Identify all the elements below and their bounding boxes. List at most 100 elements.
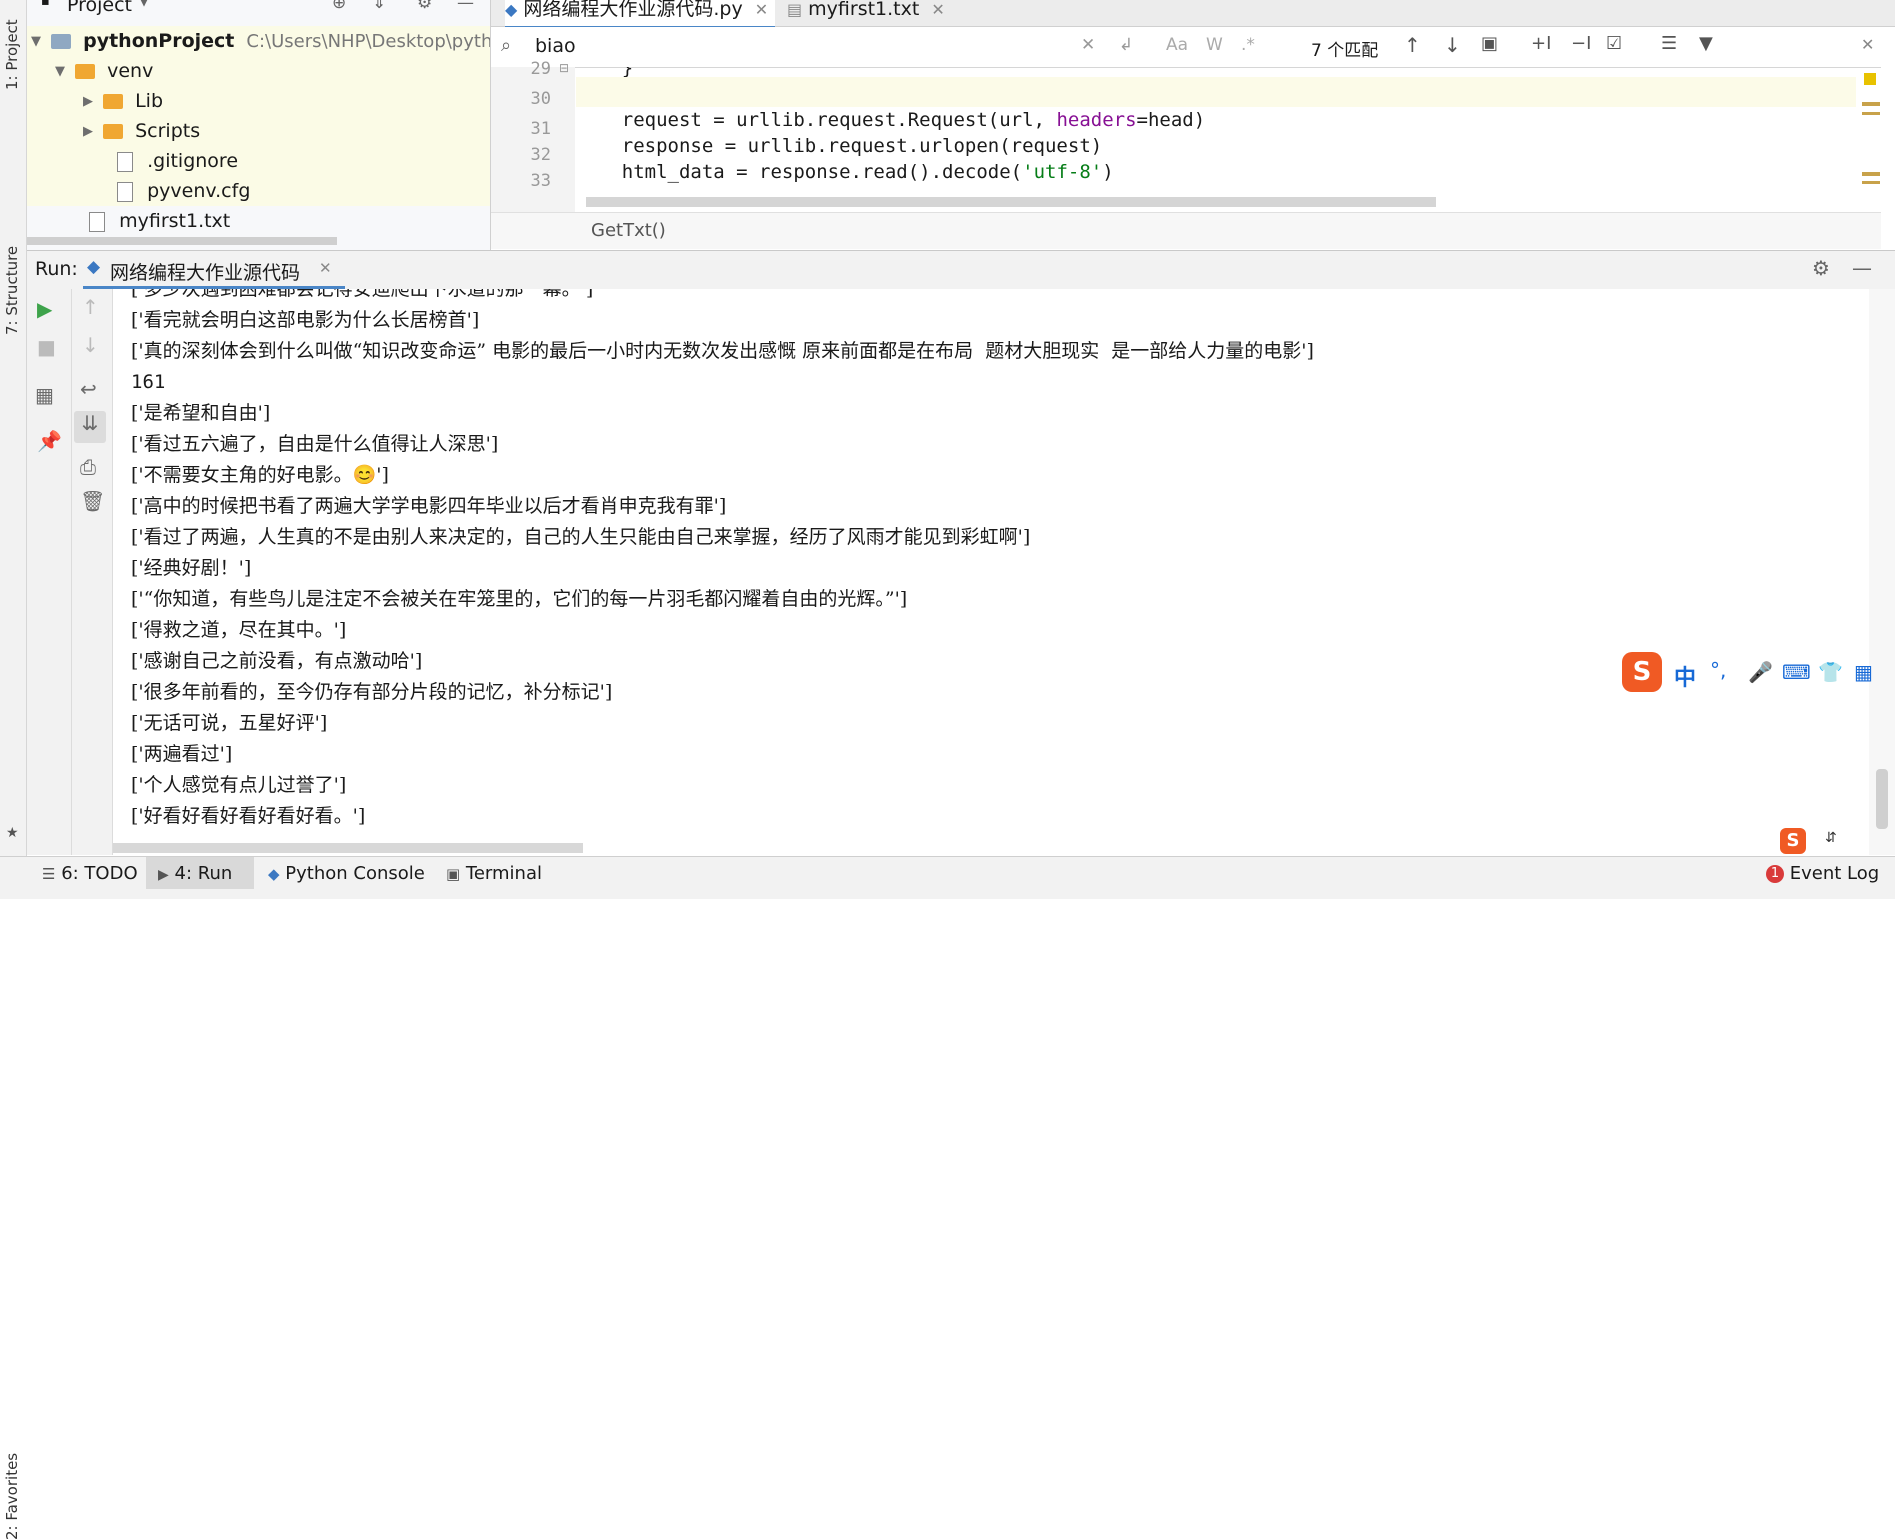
close-icon[interactable]: ✕ — [319, 259, 332, 277]
editor-horizontal-scrollbar[interactable] — [586, 197, 1436, 207]
clear-search-icon[interactable]: ✕ — [1081, 35, 1095, 55]
fold-icon[interactable]: ⊟ — [559, 61, 569, 75]
breadcrumb-item[interactable]: GetTxt() — [591, 220, 666, 241]
console-horizontal-scrollbar[interactable] — [113, 843, 583, 853]
folder-icon — [103, 124, 124, 139]
keyboard-icon[interactable]: ⌨ — [1782, 660, 1811, 684]
tree-row-pyvenv[interactable]: pyvenv.cfg — [27, 176, 490, 206]
tree-label-scripts: Scripts — [135, 120, 201, 142]
scroll-thumb[interactable] — [1876, 769, 1888, 829]
arrow-up-icon[interactable]: ↑ — [1404, 33, 1421, 57]
horizontal-scrollbar[interactable] — [27, 237, 337, 245]
ime-logo[interactable]: S — [1622, 652, 1662, 692]
match-marker[interactable] — [1862, 112, 1880, 115]
console-line: ['多少次遇到困难都会记得安迪爬出下水道的那一幕。'] — [131, 289, 594, 300]
console-line: ['感谢自己之前没看，有点激动哈'] — [131, 650, 423, 672]
gear-icon[interactable]: ⚙ — [1812, 256, 1830, 280]
regex-toggle[interactable]: .* — [1241, 35, 1255, 55]
python-file-icon: ◆ — [505, 0, 518, 19]
chevron-down-icon[interactable]: ▼ — [139, 0, 149, 9]
tree-row-gitignore[interactable]: .gitignore — [27, 146, 490, 176]
print-icon[interactable]: ⎙ — [80, 455, 96, 479]
run-tab[interactable]: ◆ 网络编程大作业源代码 ✕ — [83, 251, 345, 289]
close-icon[interactable]: ✕ — [931, 0, 944, 19]
close-find-icon[interactable]: ✕ — [1861, 35, 1874, 54]
match-marker[interactable] — [1862, 102, 1880, 106]
trash-icon[interactable]: 🗑 — [80, 489, 105, 513]
search-icon[interactable]: ⌕ — [501, 35, 511, 56]
console-line: ['好看好看好看好看好看。'] — [131, 805, 366, 827]
tree-row-project-root[interactable]: ▼ pythonProject C:\Users\NHP\Desktop\pyt… — [27, 26, 490, 56]
remove-occurrence-icon[interactable]: −I — [1571, 33, 1591, 54]
filter-icon[interactable]: ▼ — [1699, 33, 1713, 54]
project-path: C:\Users\NHP\Desktop\python\ — [246, 31, 490, 52]
bottom-tool-bar: ☰ 6: TODO ▶ 4: Run ◆ Python Console ▣ Te… — [0, 856, 1895, 890]
close-icon[interactable]: ✕ — [755, 0, 768, 19]
search-input[interactable]: biao — [535, 35, 576, 57]
event-log-button[interactable]: 1 Event Log — [1766, 857, 1879, 890]
pin-icon[interactable]: 📌 — [37, 429, 62, 453]
restore-layout-icon[interactable]: ▦ — [35, 383, 54, 407]
chevron-right-icon[interactable]: ▶ — [83, 87, 97, 117]
warning-marker[interactable] — [1864, 73, 1876, 85]
locate-icon[interactable]: ⊕ — [332, 0, 346, 13]
tab-main-py[interactable]: ◆ 网络编程大作业源代码.py ✕ — [505, 0, 775, 29]
new-line-icon[interactable]: ↲ — [1119, 35, 1133, 55]
tab-terminal[interactable]: ▣ Terminal — [446, 857, 542, 890]
tab-myfirst[interactable]: ▤ myfirst1.txt ✕ — [787, 0, 947, 26]
collapse-icon[interactable]: ⇕ — [372, 0, 386, 13]
rerun-icon[interactable]: ▶ — [37, 297, 52, 321]
match-marker[interactable] — [1862, 172, 1880, 176]
console-line: ['两遍看过'] — [131, 743, 233, 765]
ime-mode-toggle[interactable]: 中 — [1674, 660, 1696, 692]
tree-row-myfirst[interactable]: myfirst1.txt — [27, 206, 490, 236]
project-tool-tab[interactable]: 1: Project — [0, 0, 26, 95]
file-icon — [117, 181, 134, 202]
console-line: ['“你知道，有些鸟儿是注定不会被关在牢笼里的，它们的每一片羽毛都闪耀着自由的光… — [131, 588, 908, 610]
code-line: html_data = response.read().decode('utf-… — [576, 161, 1114, 183]
grid-menu-icon[interactable]: ▦ — [1854, 660, 1873, 684]
tree-row-venv[interactable]: ▼ venv — [27, 56, 490, 86]
chevron-right-icon[interactable]: ▶ — [83, 117, 97, 147]
tree-row-lib[interactable]: ▶ Lib — [27, 86, 490, 116]
structure-tool-tab[interactable]: 7: Structure — [0, 120, 26, 335]
run-tab-label: 网络编程大作业源代码 — [110, 262, 301, 284]
arrow-down-icon[interactable]: ↓ — [82, 333, 99, 357]
soft-wrap-icon[interactable]: ↩ — [80, 377, 97, 401]
tab-todo[interactable]: ☰ 6: TODO — [42, 857, 138, 890]
gear-icon[interactable]: ⚙ — [417, 0, 432, 13]
run-console[interactable]: ['多少次遇到困难都会记得安迪爬出下水道的那一幕。'] ['看完就会明白这部电影… — [113, 289, 1869, 855]
tree-label-venv: venv — [107, 60, 154, 82]
chevron-down-icon[interactable]: ▼ — [55, 57, 69, 87]
chevron-down-icon[interactable]: ▼ — [31, 27, 45, 57]
line-number: 30 — [530, 89, 551, 109]
arrow-up-icon[interactable]: ↑ — [82, 295, 99, 319]
tab-python-console-label: Python Console — [285, 863, 425, 884]
minimize-icon[interactable]: — — [1852, 256, 1872, 280]
ime-tray-logo[interactable]: S — [1780, 828, 1806, 854]
microphone-icon[interactable]: 🎤 — [1748, 660, 1773, 684]
tree-label-gitignore: .gitignore — [147, 150, 239, 172]
ime-punct-toggle[interactable]: °, — [1710, 658, 1726, 682]
arrow-down-icon[interactable]: ↓ — [1444, 33, 1461, 57]
favorites-tool-tab[interactable]: 2: Favorites — [0, 720, 26, 1540]
code-editor[interactable]: } request = urllib.request.Request(url, … — [576, 67, 1856, 212]
tree-row-scripts[interactable]: ▶ Scripts — [27, 116, 490, 146]
tab-python-console[interactable]: ◆ Python Console — [268, 857, 425, 890]
select-all-matches-icon[interactable]: ☑ — [1606, 33, 1622, 54]
console-vertical-scrollbar[interactable] — [1869, 289, 1895, 855]
console-line: ['得救之道，尽在其中。'] — [131, 619, 347, 641]
filter-lines-icon[interactable]: ☰ — [1661, 33, 1677, 54]
select-all-occurrences-icon[interactable]: ▣ — [1481, 33, 1498, 54]
scroll-to-end-icon[interactable]: ⇊ — [74, 411, 106, 443]
project-header-label[interactable]: Project — [67, 0, 132, 16]
match-case-toggle[interactable]: Aa — [1166, 35, 1188, 55]
whole-word-toggle[interactable]: W — [1206, 35, 1223, 55]
stop-icon[interactable]: ■ — [37, 335, 56, 359]
minimize-icon[interactable]: — — [457, 0, 474, 13]
ime-tray-arrows-icon[interactable]: ⇵ — [1825, 830, 1837, 846]
skin-icon[interactable]: 👕 — [1818, 660, 1843, 684]
add-occurrence-icon[interactable]: +I — [1531, 33, 1551, 54]
match-marker[interactable] — [1862, 181, 1880, 184]
tab-run[interactable]: ▶ 4: Run — [146, 857, 254, 890]
